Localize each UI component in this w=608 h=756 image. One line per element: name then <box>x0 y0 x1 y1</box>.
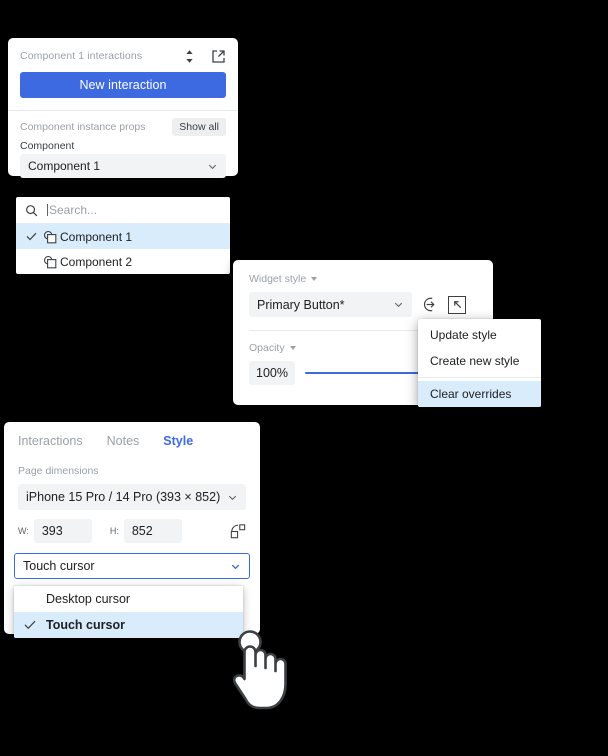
touch-tap-hand-cursor <box>228 628 294 720</box>
tab-style[interactable]: Style <box>163 434 193 448</box>
width-input[interactable]: 393 <box>33 519 92 543</box>
cursor-select-value: Touch cursor <box>23 559 95 573</box>
height-input[interactable]: 852 <box>123 519 182 543</box>
style-panel-tabs: Interactions Notes Style <box>4 422 260 448</box>
page-title: Component 1 interactions <box>20 50 143 62</box>
interactions-panel: Component 1 interactions New interaction… <box>8 38 238 178</box>
list-item-touch-cursor[interactable]: Touch cursor <box>14 612 243 638</box>
menu-item-update-style[interactable]: Update style <box>418 322 541 348</box>
triangle-down-icon <box>289 346 296 350</box>
page-dimensions-select[interactable]: iPhone 15 Pro / 14 Pro (393 × 852) <box>18 484 246 510</box>
height-label: H: <box>109 526 119 536</box>
triangle-down-icon <box>311 277 318 281</box>
open-external-icon[interactable] <box>210 48 226 64</box>
cursor-dropdown-menu: Desktop cursor Touch cursor <box>14 586 243 638</box>
width-label: W: <box>18 526 29 536</box>
interactions-panel-header: Component 1 interactions <box>8 38 238 68</box>
show-all-button[interactable]: Show all <box>172 118 226 136</box>
check-icon <box>14 620 46 630</box>
tab-interactions[interactable]: Interactions <box>18 434 83 448</box>
component-props-label: Component instance props <box>20 121 146 133</box>
opacity-value-field[interactable]: 100% <box>249 361 295 385</box>
search-icon <box>26 204 38 216</box>
component-props-row: Component instance props Show all <box>8 111 238 136</box>
list-item[interactable]: Component 2 <box>16 249 230 274</box>
component-field-label: Component <box>20 140 75 152</box>
list-item-label: Component 2 <box>60 254 133 269</box>
component-select-value: Component 1 <box>28 159 101 173</box>
page-dimensions-value: iPhone 15 Pro / 14 Pro (393 × 852) <box>26 490 221 504</box>
dimensions-row: W: 393 H: 852 <box>4 510 260 543</box>
widget-style-control-row: Primary Button* <box>233 285 493 317</box>
component-dropdown-menu: Search... Component 1 Component 2 <box>16 197 230 274</box>
list-item[interactable]: Component 1 <box>16 224 230 249</box>
rotate-dimensions-icon[interactable] <box>230 523 246 539</box>
text-caret <box>47 204 48 216</box>
component-instance-icon <box>40 230 60 244</box>
chevron-down-icon <box>231 564 240 569</box>
widget-style-select[interactable]: Primary Button* <box>249 292 412 317</box>
list-item-label: Desktop cursor <box>46 592 131 606</box>
cursor-select[interactable]: Touch cursor <box>14 553 250 579</box>
widget-style-select-value: Primary Button* <box>257 297 345 312</box>
scale-corner-icon[interactable] <box>448 295 466 314</box>
check-icon <box>22 232 40 241</box>
widget-style-label: Widget style <box>249 273 307 285</box>
menu-item-create-new-style[interactable]: Create new style <box>418 348 541 374</box>
screenshot-stage: Component 1 interactions New interaction… <box>0 0 608 756</box>
search-placeholder: Search... <box>49 203 98 217</box>
tab-notes[interactable]: Notes <box>107 434 140 448</box>
new-interaction-button[interactable]: New interaction <box>20 72 226 98</box>
chevron-down-icon <box>394 302 403 308</box>
list-item-label: Touch cursor <box>46 618 125 632</box>
menu-divider <box>418 377 541 378</box>
widget-style-label-row[interactable]: Widget style <box>233 260 493 285</box>
arrow-into-circle-icon[interactable] <box>422 297 438 313</box>
menu-item-clear-overrides[interactable]: Clear overrides <box>418 381 541 407</box>
chevron-down-icon <box>228 495 237 500</box>
chevron-down-icon <box>208 164 217 169</box>
widget-style-context-menu: Update style Create new style Clear over… <box>418 319 541 407</box>
opacity-label: Opacity <box>249 342 285 354</box>
page-dimensions-label: Page dimensions <box>18 465 99 477</box>
list-item-desktop-cursor[interactable]: Desktop cursor <box>14 586 243 612</box>
component-select[interactable]: Component 1 <box>20 154 226 178</box>
component-search-row[interactable]: Search... <box>16 197 230 224</box>
component-instance-icon <box>40 255 60 269</box>
search-input[interactable]: Search... <box>47 203 221 217</box>
interactions-panel-icons <box>181 48 226 64</box>
list-item-label: Component 1 <box>60 229 133 244</box>
chevron-up-down-icon[interactable] <box>181 48 197 64</box>
